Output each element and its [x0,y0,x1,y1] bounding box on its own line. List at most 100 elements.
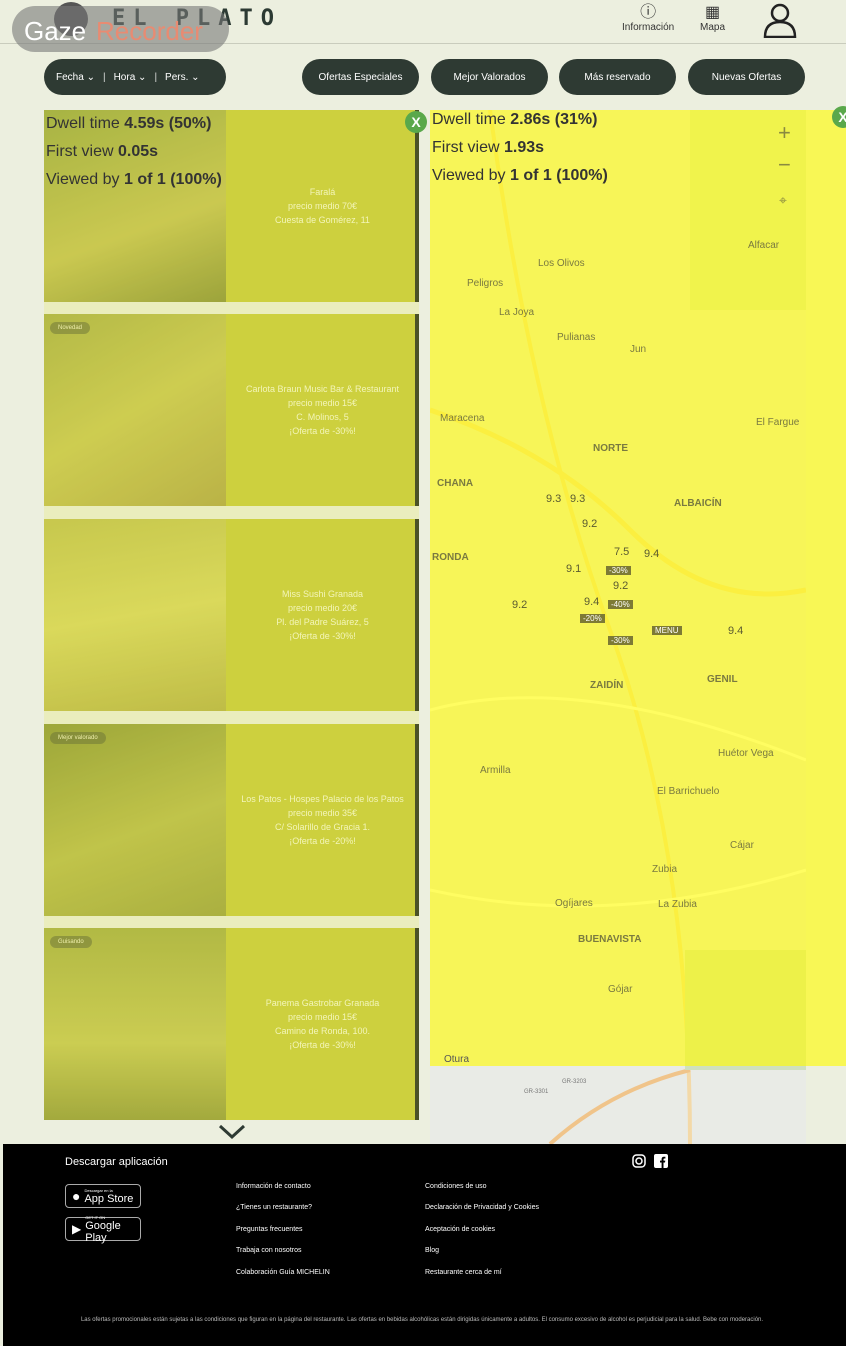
gaze-recorder-badge: Gaze Recorder [12,6,229,52]
apple-icon: ● [72,1188,81,1204]
download-app-title: Descargar aplicación [65,1156,168,1168]
scroll-down-chevron-icon[interactable] [216,1120,248,1142]
first-view-label: First view [46,143,114,160]
map-menu-marker[interactable]: MENU [652,626,682,635]
first-view-value: 1.93s [504,139,545,156]
gaze-viewed-right: Viewed by 1 of 1 (100%) [432,167,608,185]
map-place: La Joya [499,307,535,318]
chevron-down-icon: ⌄ [191,71,200,83]
gaze-dwell-left: Dwell time 4.59s (50%) [46,115,211,133]
footer-link[interactable]: Colaboración Guía MICHELIN [236,1269,330,1276]
map-place: RONDA [432,552,469,563]
dwell-label: Dwell time [432,111,506,128]
nav-mapa[interactable]: ▦ Mapa [700,4,725,33]
viewed-by-value: 1 of 1 (100%) [509,167,608,184]
footer-link[interactable]: Trabaja con nosotros [236,1247,302,1254]
divider: | [154,71,158,83]
map-offer-marker[interactable]: -30% [608,636,633,645]
gaze-badge-part2: Recorder [96,16,203,46]
footer-link[interactable]: Aceptación de cookies [425,1226,495,1233]
road-label: GR-3301 [524,1089,549,1095]
gaze-first-right: First view 1.93s [432,139,544,157]
footer-link[interactable]: Blog [425,1247,439,1254]
map-rating-marker[interactable]: 9.2 [582,518,597,530]
map-place: El Fargue [756,417,800,428]
user-icon[interactable] [762,2,798,38]
map-icon: ▦ [704,4,721,21]
nav-mapa-label: Mapa [700,22,726,33]
map-offer-marker[interactable]: -30% [606,566,631,575]
map-rating-marker[interactable]: 9.4 [584,596,599,608]
gaze-badge-part1: Gaze [24,16,87,46]
filter-pers[interactable]: Pers. ⌄ [165,72,200,83]
map-rating-marker[interactable]: 7.5 [614,546,629,558]
pill-mejor-valorados[interactable]: Mejor Valorados [431,59,548,95]
zoom-in-button[interactable]: + [778,120,791,146]
nav-informacion[interactable]: ⓘ Información [622,4,674,33]
map-place: Ogíjares [555,898,593,909]
filter-pers-label: Pers. [165,71,189,83]
filter-hora[interactable]: Hora ⌄ [114,72,147,83]
app-store-big: App Store [84,1192,134,1205]
footer-link[interactable]: Información de contacto [236,1183,311,1190]
map-rating-marker[interactable]: 9.1 [566,563,581,575]
map-place: Otura [444,1054,470,1065]
footer-link[interactable]: Restaurante cerca de mí [425,1269,502,1276]
google-play-icon: ▶ [72,1222,82,1236]
map-rating-marker[interactable]: 9.2 [613,580,628,592]
google-play-big: Google Play [85,1219,121,1244]
viewed-by-label: Viewed by [46,171,120,188]
map-place: NORTE [593,443,628,454]
gaze-heat-overlay-list [44,110,419,1120]
viewed-by-value: 1 of 1 (100%) [123,171,222,188]
dwell-value: 4.59s (50%) [124,115,212,132]
instagram-icon[interactable] [632,1154,646,1168]
footer-disclaimer: Las ofertas promocionales están sujetas … [80,1317,764,1323]
map-place: Huétor Vega [718,748,774,759]
gaze-heat-overlay-map [430,110,846,1066]
filter-hora-label: Hora [113,71,136,83]
locate-icon[interactable]: ⌖ [779,192,787,209]
gaze-dwell-right: Dwell time 2.86s (31%) [432,111,597,129]
facebook-icon[interactable] [654,1154,668,1168]
footer-link[interactable]: Preguntas frecuentes [236,1226,303,1233]
map-offer-marker[interactable]: -40% [608,600,633,609]
footer-link[interactable]: Condiciones de uso [425,1183,487,1190]
map-offer-marker[interactable]: -20% [580,614,605,623]
footer-link[interactable]: Declaración de Privacidad y Cookies [425,1204,539,1211]
map-place: ZAIDÍN [590,680,624,691]
filter-fecha[interactable]: Fecha ⌄ [56,72,95,83]
map-place: GENIL [707,674,738,685]
map-place: Alfacar [748,240,780,251]
map-place: ALBAICÍN [674,498,722,509]
footer-link[interactable]: ¿Tienes un restaurante? [236,1204,312,1211]
app-store-button[interactable]: ● Descargar en la App Store [65,1184,141,1208]
map-rating-marker[interactable]: 9.2 [512,599,527,611]
road-label: GR-3203 [562,1079,587,1085]
map-rating-marker[interactable]: 9.4 [728,625,743,637]
first-view-label: First view [432,139,500,156]
chevron-down-icon: ⌄ [138,71,147,83]
pill-ofertas-especiales[interactable]: Ofertas Especiales [302,59,419,95]
map-place: Maracena [440,413,485,424]
zoom-out-button[interactable]: − [778,152,791,178]
gaze-first-left: First view 0.05s [46,143,158,161]
map-rating-marker[interactable]: 9.3 [546,493,561,505]
filter-fecha-label: Fecha [56,71,84,83]
map-place: Gójar [608,984,633,995]
google-play-button[interactable]: ▶ GET IT ON Google Play [65,1215,141,1244]
map-place: El Barrichuelo [657,786,720,797]
viewed-by-label: Viewed by [432,167,506,184]
divider: | [102,71,106,83]
map-place: Jun [630,344,647,355]
pill-mas-reservado[interactable]: Más reservado [559,59,676,95]
map-rating-marker[interactable]: 9.4 [644,548,659,560]
first-view-value: 0.05s [118,143,159,160]
close-gaze-left-button[interactable]: X [405,111,427,133]
filter-bar: Fecha ⌄ | Hora ⌄ | Pers. ⌄ [44,59,226,95]
pill-nuevas-ofertas[interactable]: Nuevas Ofertas [688,59,805,95]
map-rating-marker[interactable]: 9.3 [570,493,585,505]
info-icon: ⓘ [640,4,657,21]
gaze-viewed-left: Viewed by 1 of 1 (100%) [46,171,222,189]
map-place: Los Olivos [538,258,585,269]
